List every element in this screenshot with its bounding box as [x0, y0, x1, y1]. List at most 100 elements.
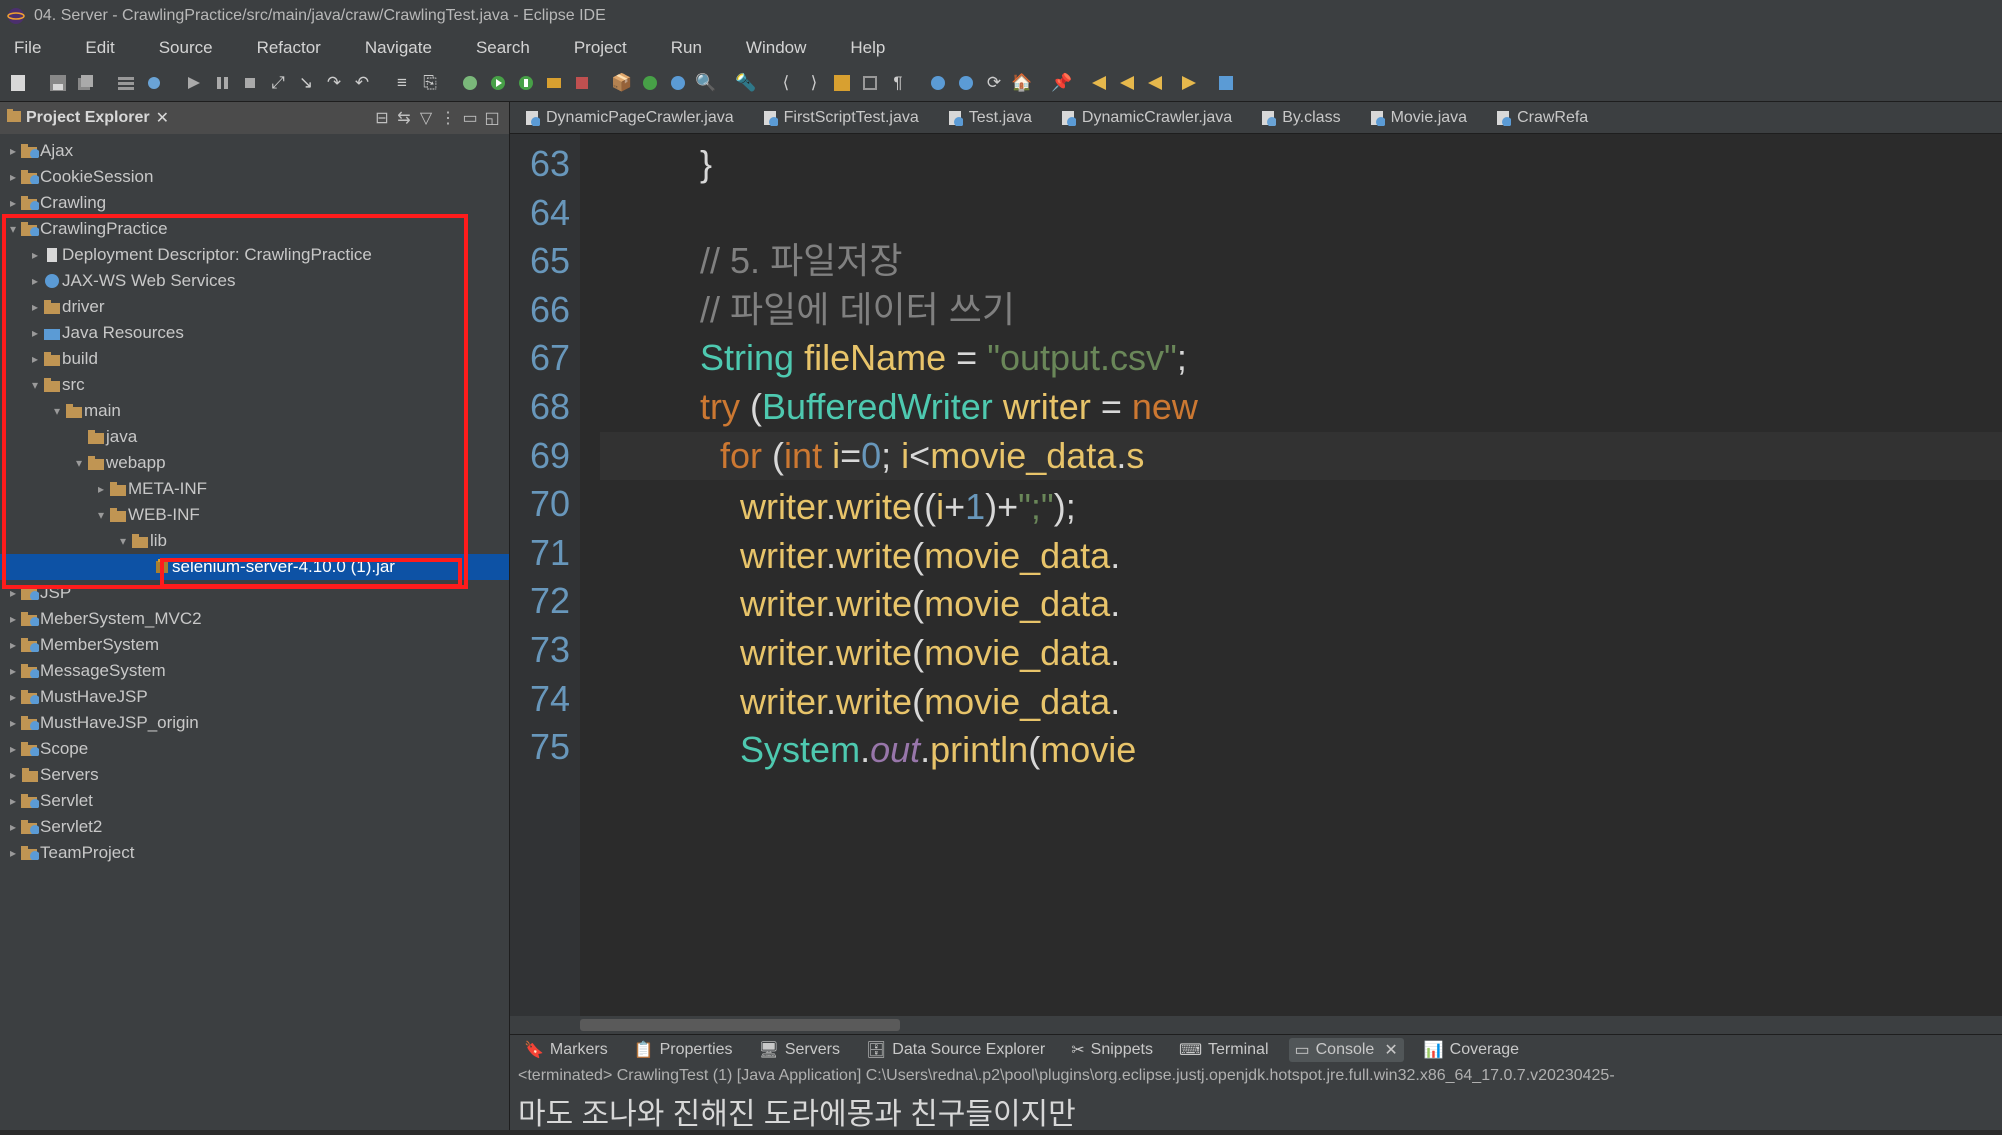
bottom-tab-coverage[interactable]: 📊Coverage: [1418, 1038, 1525, 1062]
tree-item[interactable]: ▾main: [0, 398, 509, 424]
expand-arrow-icon[interactable]: ▸: [6, 794, 20, 808]
expand-arrow-icon[interactable]: ▸: [6, 196, 20, 210]
expand-arrow-icon[interactable]: ▸: [6, 664, 20, 678]
tree-item[interactable]: ▸TeamProject: [0, 840, 509, 866]
new-icon[interactable]: [6, 71, 30, 95]
bottom-tab-console[interactable]: ▭Console✕: [1289, 1038, 1404, 1062]
tree-item[interactable]: ▸CookieSession: [0, 164, 509, 190]
menu-run[interactable]: Run: [663, 34, 710, 62]
tree-item[interactable]: ▸driver: [0, 294, 509, 320]
resume-icon[interactable]: [182, 71, 206, 95]
menu-edit[interactable]: Edit: [77, 34, 122, 62]
expand-arrow-icon[interactable]: ▸: [28, 326, 42, 340]
new-package-icon[interactable]: 📦: [610, 71, 634, 95]
tree-item[interactable]: ▸MustHaveJSP: [0, 684, 509, 710]
expand-arrow-icon[interactable]: ▸: [28, 248, 42, 262]
tree-item[interactable]: ▸MemberSystem: [0, 632, 509, 658]
browser-refresh-icon[interactable]: ⟳: [982, 71, 1006, 95]
tree-item[interactable]: ▸Ajax: [0, 138, 509, 164]
annotation-next-icon[interactable]: ⟩: [802, 71, 826, 95]
editor-tab[interactable]: CrawRefa: [1485, 105, 1598, 131]
tree-item[interactable]: selenium-server-4.10.0 (1).jar: [0, 554, 509, 580]
menu-window[interactable]: Window: [738, 34, 814, 62]
view-menu-icon[interactable]: ⋮: [437, 108, 459, 128]
tree-item[interactable]: ▾lib: [0, 528, 509, 554]
expand-arrow-icon[interactable]: ▾: [72, 456, 86, 470]
expand-arrow-icon[interactable]: ▸: [6, 716, 20, 730]
bottom-tab-snippets[interactable]: ✂Snippets: [1065, 1038, 1159, 1062]
tree-item[interactable]: java: [0, 424, 509, 450]
skip-breakpoints-icon[interactable]: [142, 71, 166, 95]
run-server-icon[interactable]: [542, 71, 566, 95]
terminate-icon[interactable]: [238, 71, 262, 95]
expand-arrow-icon[interactable]: ▸: [6, 144, 20, 158]
tree-item[interactable]: ▾webapp: [0, 450, 509, 476]
run-icon[interactable]: [486, 71, 510, 95]
expand-arrow-icon[interactable]: ▸: [6, 170, 20, 184]
coverage-icon[interactable]: [514, 71, 538, 95]
annotation-prev-icon[interactable]: ⟨: [774, 71, 798, 95]
close-icon[interactable]: ✕: [156, 108, 169, 128]
tree-item[interactable]: ▸Servers: [0, 762, 509, 788]
expand-arrow-icon[interactable]: ▸: [6, 820, 20, 834]
save-all-icon[interactable]: [74, 71, 98, 95]
pin-icon[interactable]: 📌: [1050, 71, 1074, 95]
expand-arrow-icon[interactable]: ▾: [116, 534, 130, 548]
open-type-icon[interactable]: 🔍: [694, 71, 718, 95]
nav-forward-icon[interactable]: [1174, 71, 1198, 95]
collapse-all-icon[interactable]: ⊟: [371, 108, 393, 128]
editor-body[interactable]: 63646566676869707172737475 } // 5. 파일저장 …: [510, 134, 2002, 1016]
editor-tab[interactable]: Movie.java: [1359, 105, 1477, 131]
expand-arrow-icon[interactable]: ▾: [94, 508, 108, 522]
tree-item[interactable]: ▸MeberSystem_MVC2: [0, 606, 509, 632]
browser-next-icon[interactable]: [954, 71, 978, 95]
tree-item[interactable]: ▸Deployment Descriptor: CrawlingPractice: [0, 242, 509, 268]
editor-tab[interactable]: DynamicCrawler.java: [1050, 105, 1242, 131]
new-class-icon[interactable]: [638, 71, 662, 95]
expand-arrow-icon[interactable]: ▸: [6, 690, 20, 704]
expand-arrow-icon[interactable]: ▾: [6, 222, 20, 236]
expand-arrow-icon[interactable]: ▸: [6, 768, 20, 782]
tree-item[interactable]: ▸Crawling: [0, 190, 509, 216]
perspective-icon[interactable]: [1214, 71, 1238, 95]
new-type-icon[interactable]: [666, 71, 690, 95]
tree-item[interactable]: ▾WEB-INF: [0, 502, 509, 528]
expand-arrow-icon[interactable]: ▾: [28, 378, 42, 392]
scrollbar-knob[interactable]: [580, 1019, 900, 1031]
menu-project[interactable]: Project: [566, 34, 635, 62]
tree-item[interactable]: ▸Scope: [0, 736, 509, 762]
bottom-tab-terminal[interactable]: ⌨Terminal: [1173, 1038, 1275, 1062]
save-icon[interactable]: [46, 71, 70, 95]
expand-arrow-icon[interactable]: ▸: [28, 300, 42, 314]
menu-file[interactable]: File: [6, 34, 49, 62]
bottom-tab-markers[interactable]: 🔖Markers: [518, 1038, 614, 1062]
mark-occurrence-icon[interactable]: [830, 71, 854, 95]
tree-item[interactable]: ▸JSP: [0, 580, 509, 606]
show-whitespace-icon[interactable]: ¶: [886, 71, 910, 95]
link-editor-icon[interactable]: ⇆: [393, 108, 415, 128]
expand-arrow-icon[interactable]: ▸: [28, 274, 42, 288]
expand-arrow-icon[interactable]: ▸: [6, 638, 20, 652]
expression-icon[interactable]: ⎘: [418, 71, 442, 95]
editor-tab[interactable]: FirstScriptTest.java: [752, 105, 929, 131]
tree-item[interactable]: ▸JAX-WS Web Services: [0, 268, 509, 294]
project-tree[interactable]: ▸Ajax▸CookieSession▸Crawling▾CrawlingPra…: [0, 134, 509, 1130]
tree-item[interactable]: ▸MessageSystem: [0, 658, 509, 684]
block-selection-icon[interactable]: [858, 71, 882, 95]
step-into-icon[interactable]: ↘: [294, 71, 318, 95]
debug-icon[interactable]: [458, 71, 482, 95]
pause-icon[interactable]: [210, 71, 234, 95]
nav-back-menu-icon[interactable]: [1118, 71, 1142, 95]
expand-arrow-icon[interactable]: ▸: [28, 352, 42, 366]
editor-tab[interactable]: DynamicPageCrawler.java: [514, 105, 744, 131]
toggle-breadcrumb-icon[interactable]: [114, 71, 138, 95]
align-icon[interactable]: ≡: [390, 71, 414, 95]
menu-navigate[interactable]: Navigate: [357, 34, 440, 62]
tree-item[interactable]: ▸META-INF: [0, 476, 509, 502]
editor-tab[interactable]: By.class: [1250, 105, 1350, 131]
expand-arrow-icon[interactable]: ▸: [6, 846, 20, 860]
step-over-icon[interactable]: ↷: [322, 71, 346, 95]
filter-icon[interactable]: ▽: [415, 108, 437, 128]
tree-item[interactable]: ▸MustHaveJSP_origin: [0, 710, 509, 736]
tree-item[interactable]: ▸Servlet: [0, 788, 509, 814]
